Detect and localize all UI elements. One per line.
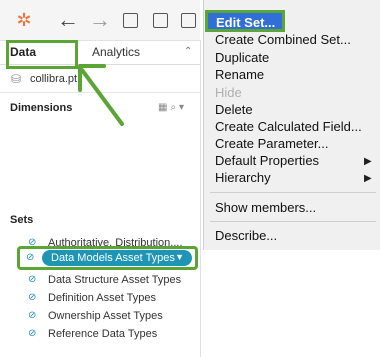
new-sheet-icon[interactable] [176, 8, 200, 32]
set-item[interactable]: ⊘ Ownership Asset Types [0, 309, 200, 325]
toolbar: ✲ ← → [0, 0, 200, 41]
set-item-label: Reference Data Types [48, 328, 158, 340]
set-icon: ⊘ [28, 310, 37, 321]
chevron-down-icon[interactable]: ▼ [175, 252, 184, 262]
menu-item-rename[interactable]: Rename [215, 67, 264, 82]
annotation-arrow-icon [78, 64, 124, 126]
set-item-selected[interactable]: Data Models Asset Types ▼ [42, 250, 192, 266]
new-datasource-icon[interactable] [148, 8, 172, 32]
submenu-arrow-icon: ▶ [364, 156, 372, 167]
set-icon: ⊘ [26, 252, 35, 263]
datasource-icon: ⛁ [11, 72, 22, 86]
selected-set-highlight: ⊘ Data Models Asset Types ▼ [17, 246, 198, 270]
menu-item-edit-set[interactable]: Edit Set... [205, 10, 285, 32]
context-menu: Edit Set... Create Combined Set... Dupli… [203, 0, 380, 250]
menu-item-create-calculated-field[interactable]: Create Calculated Field... [215, 119, 362, 134]
tableau-logo-icon[interactable]: ✲ [12, 8, 36, 32]
set-item[interactable]: ⊘ Reference Data Types [0, 327, 200, 343]
back-arrow-icon[interactable]: ← [56, 7, 80, 32]
menu-item-delete[interactable]: Delete [215, 102, 253, 117]
menu-item-default-properties[interactable]: Default Properties [215, 153, 319, 168]
submenu-arrow-icon: ▶ [364, 173, 372, 184]
set-item[interactable]: ⊘ Definition Asset Types [0, 291, 200, 307]
forward-arrow-icon[interactable]: → [88, 7, 112, 32]
pane-divider[interactable] [200, 40, 201, 357]
sets-title: Sets [10, 214, 34, 226]
set-item-label: Ownership Asset Types [48, 310, 163, 322]
menu-separator [210, 221, 376, 222]
set-item-label: Data Structure Asset Types [48, 274, 182, 286]
save-icon[interactable] [118, 8, 142, 32]
set-item-label: Data Models Asset Types [51, 252, 175, 264]
set-icon: ⊘ [28, 292, 37, 303]
menu-item-hide[interactable]: Hide [215, 85, 242, 100]
set-icon: ⊘ [28, 328, 37, 339]
set-item-label: Definition Asset Types [48, 292, 157, 304]
menu-item-show-members[interactable]: Show members... [215, 200, 316, 215]
set-item[interactable]: ⊘ Data Structure Asset Types [0, 273, 200, 289]
menu-item-duplicate[interactable]: Duplicate [215, 50, 269, 65]
menu-item-create-parameter[interactable]: Create Parameter... [215, 136, 328, 151]
set-icon: ⊘ [28, 274, 37, 285]
menu-item-hierarchy[interactable]: Hierarchy [215, 170, 271, 185]
menu-item-describe[interactable]: Describe... [215, 228, 277, 243]
menu-separator [210, 192, 376, 193]
menu-item-create-combined-set[interactable]: Create Combined Set... [215, 32, 351, 47]
